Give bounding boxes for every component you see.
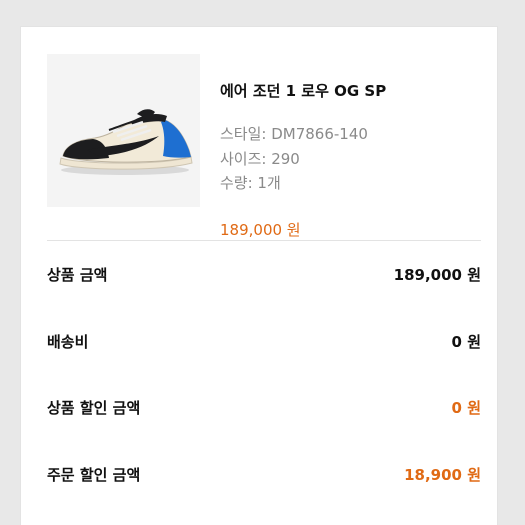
divider xyxy=(47,240,481,241)
summary-row-product-amount: 상품 금액 189,000 원 xyxy=(47,264,481,288)
order-summary-page: 에어 조던 1 로우 OG SP 스타일: DM7866-140 사이즈: 29… xyxy=(0,0,525,525)
sneaker-image xyxy=(59,109,193,175)
summary-row-shipping-fee: 배송비 0 원 xyxy=(47,331,481,355)
product-item[interactable]: 에어 조던 1 로우 OG SP 스타일: DM7866-140 사이즈: 29… xyxy=(47,54,479,239)
product-thumbnail[interactable] xyxy=(47,54,200,207)
product-style: 스타일: DM7866-140 xyxy=(220,125,368,143)
summary-row-order-discount: 주문 할인 금액 18,900 원 xyxy=(47,464,481,488)
product-size: 사이즈: 290 xyxy=(220,150,300,168)
summary-label: 배송비 xyxy=(47,333,89,351)
product-name[interactable]: 에어 조던 1 로우 OG SP xyxy=(220,80,386,101)
product-quantity: 수량: 1개 xyxy=(220,174,281,192)
summary-value: 0 원 xyxy=(451,333,481,351)
summary-label: 주문 할인 금액 xyxy=(47,466,141,484)
summary-value: 0 원 xyxy=(451,399,481,417)
summary-row-product-discount: 상품 할인 금액 0 원 xyxy=(47,397,481,421)
summary-value: 189,000 원 xyxy=(393,266,481,284)
summary-value: 18,900 원 xyxy=(404,466,481,484)
product-price: 189,000 원 xyxy=(220,221,301,239)
order-card: 에어 조던 1 로우 OG SP 스타일: DM7866-140 사이즈: 29… xyxy=(20,26,498,525)
summary-label: 상품 금액 xyxy=(47,266,108,284)
summary-label: 상품 할인 금액 xyxy=(47,399,141,417)
